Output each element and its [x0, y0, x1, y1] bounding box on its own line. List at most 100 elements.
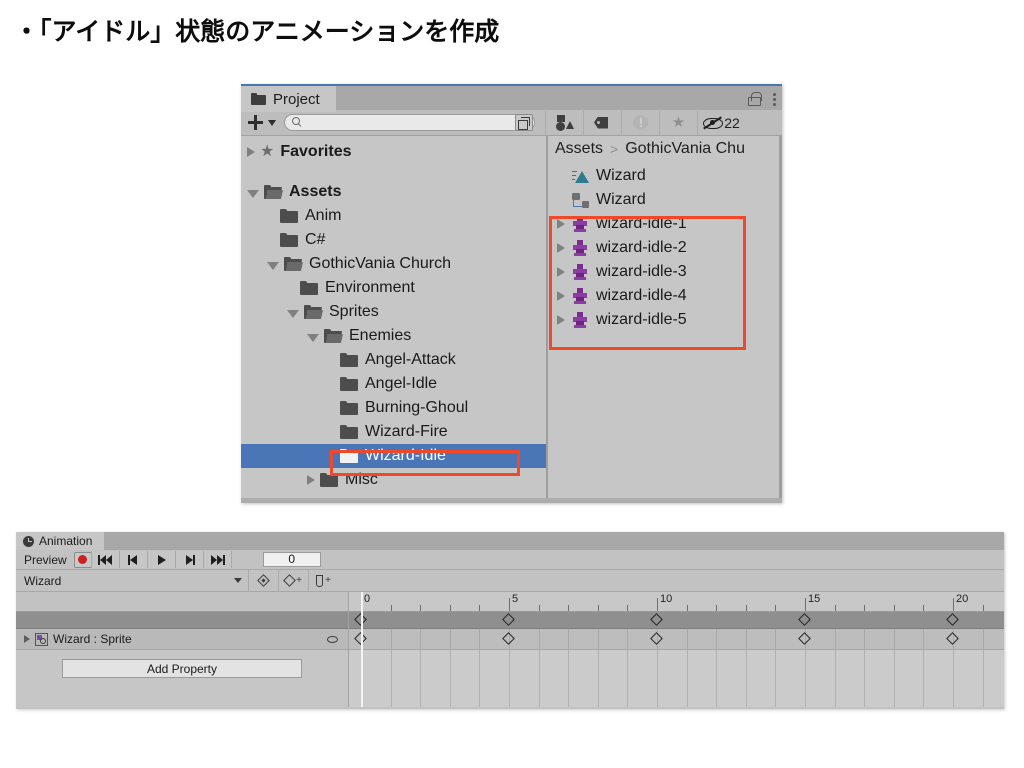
keyframe-marker[interactable] [650, 632, 663, 645]
keyframe-marker[interactable] [502, 613, 515, 626]
asset-item-wizard[interactable]: Wizard [547, 188, 782, 212]
ruler-minor-tick [982, 605, 984, 611]
tree-item-angel-attack[interactable]: Angel-Attack [241, 348, 546, 372]
tree-item-angel-idle[interactable]: Angel-Idle [241, 372, 546, 396]
tree-item-favorites[interactable]: ★ Favorites [241, 140, 546, 164]
play-button[interactable] [146, 551, 176, 568]
timeline-gridline [627, 629, 629, 649]
folder-icon [340, 401, 358, 415]
tree-item-c-[interactable]: C# [241, 228, 546, 252]
project-tree: ★ Favorites Assets Anim C# GothicVania Church… [241, 136, 546, 492]
tree-item-label: Wizard-Fire [365, 423, 448, 440]
chevron-right-icon[interactable] [557, 267, 565, 277]
asset-item-wizard-idle-1[interactable]: wizard-idle-1 [547, 212, 782, 236]
chevron-right-icon[interactable] [557, 243, 565, 253]
chevron-right-icon[interactable] [247, 147, 255, 157]
timeline-gridline [538, 650, 540, 707]
record-button[interactable] [73, 551, 92, 568]
tree-item-misc[interactable]: Misc [241, 468, 546, 492]
ruler-minor-tick [745, 605, 747, 611]
animation-timeline-pane[interactable]: 0 5 10 15 20 [349, 592, 1004, 707]
timeline-ruler[interactable]: 0 5 10 15 20 [349, 592, 1004, 612]
save-search-icon[interactable] [515, 114, 533, 131]
breadcrumb-current[interactable]: GothicVania Chu [625, 140, 745, 158]
sprite-icon [572, 216, 588, 232]
ruler-tick-label: 10 [660, 593, 673, 605]
next-keyframe-icon [182, 554, 197, 565]
keyframe-marker[interactable] [946, 613, 959, 626]
timeline-gridline [597, 629, 599, 649]
skip-to-start-button[interactable] [90, 551, 120, 568]
chevron-right-icon[interactable] [557, 219, 565, 229]
search-input[interactable] [303, 116, 513, 129]
tree-item-assets[interactable]: Assets [241, 180, 546, 204]
filter-keyframes-button[interactable] [248, 570, 278, 591]
filter-by-label-button[interactable] [583, 110, 621, 135]
keyframe-marker[interactable] [650, 613, 663, 626]
project-window: Project ★ 22 ★ Favorites Assets Anim C# … [241, 84, 782, 503]
folder-white-icon [340, 449, 358, 463]
search-field[interactable] [284, 114, 535, 131]
asset-item-wizard-idle-3[interactable]: wizard-idle-3 [547, 260, 782, 284]
asset-item-wizard-idle-2[interactable]: wizard-idle-2 [547, 236, 782, 260]
chevron-right-icon[interactable] [557, 291, 565, 301]
ellipse-icon[interactable] [327, 635, 338, 643]
chevron-down-icon[interactable] [307, 333, 319, 342]
chevron-down-icon[interactable] [267, 261, 279, 270]
lock-open-icon[interactable] [747, 92, 762, 106]
add-property-button[interactable]: Add Property [62, 659, 302, 678]
asset-item-label: wizard-idle-4 [596, 287, 687, 304]
tree-item-wizard-idle[interactable]: Wizard-Idle [241, 444, 546, 468]
skip-to-end-button[interactable] [202, 551, 232, 568]
timeline-playhead[interactable] [361, 592, 363, 707]
previous-keyframe-button[interactable] [118, 551, 148, 568]
favorites-button[interactable]: ★ [659, 110, 697, 135]
chevron-right-icon[interactable] [307, 475, 315, 485]
tree-item-gothicvania-church[interactable]: GothicVania Church [241, 252, 546, 276]
timeline-property-band[interactable] [349, 629, 1004, 650]
chevron-right-icon[interactable] [557, 315, 565, 325]
clip-selector[interactable]: Wizard [16, 570, 248, 591]
tree-item-environment[interactable]: Environment [241, 276, 546, 300]
asset-item-wizard-idle-5[interactable]: wizard-idle-5 [547, 308, 782, 332]
tree-item-enemies[interactable]: Enemies [241, 324, 546, 348]
tree-item-burning-ghoul[interactable]: Burning-Ghoul [241, 396, 546, 420]
timeline-gridline [597, 650, 599, 707]
keyframe-marker[interactable] [946, 632, 959, 645]
timeline-empty-area[interactable] [349, 650, 1004, 707]
keyframe-marker[interactable] [798, 613, 811, 626]
current-frame-input[interactable]: 0 [262, 552, 321, 567]
asset-item-wizard-idle-4[interactable]: wizard-idle-4 [547, 284, 782, 308]
add-property-wrap: Add Property [16, 650, 348, 678]
asset-item-label: wizard-idle-3 [596, 263, 687, 280]
filter-by-type-button[interactable] [545, 110, 583, 135]
create-asset-button[interactable] [241, 110, 284, 135]
warning-button[interactable] [621, 110, 659, 135]
chevron-down-icon[interactable] [247, 189, 259, 198]
property-row-wizard-sprite[interactable]: Wizard : Sprite [16, 629, 348, 650]
keyframe-marker[interactable] [502, 632, 515, 645]
add-keyframe-button[interactable]: + [278, 570, 308, 591]
tab-project[interactable]: Project [241, 84, 336, 112]
kebab-menu-icon[interactable] [772, 92, 776, 106]
ruler-minor-tick [686, 605, 688, 611]
tree-item-anim[interactable]: Anim [241, 204, 546, 228]
breadcrumb-root[interactable]: Assets [555, 140, 603, 158]
hidden-count-label: 22 [724, 114, 740, 131]
folder-icon [280, 209, 298, 223]
keyframe-marker[interactable] [798, 632, 811, 645]
chevron-down-icon[interactable] [287, 309, 299, 318]
timeline-summary-band[interactable] [349, 612, 1004, 629]
tab-animation[interactable]: Animation [16, 532, 105, 550]
preview-label[interactable]: Preview [16, 553, 74, 567]
tree-item-sprites[interactable]: Sprites [241, 300, 546, 324]
tree-item-wizard-fire[interactable]: Wizard-Fire [241, 420, 546, 444]
next-keyframe-button[interactable] [174, 551, 204, 568]
hidden-assets-button[interactable]: 22 [697, 110, 745, 135]
timeline-gridline [745, 629, 747, 649]
tree-item-label: Angel-Idle [365, 375, 438, 392]
add-event-button[interactable]: + [308, 570, 338, 591]
ruler-minor-tick [775, 605, 777, 611]
project-body: ★ Favorites Assets Anim C# GothicVania Church… [241, 136, 782, 501]
asset-item-wizard[interactable]: Wizard [547, 164, 782, 188]
